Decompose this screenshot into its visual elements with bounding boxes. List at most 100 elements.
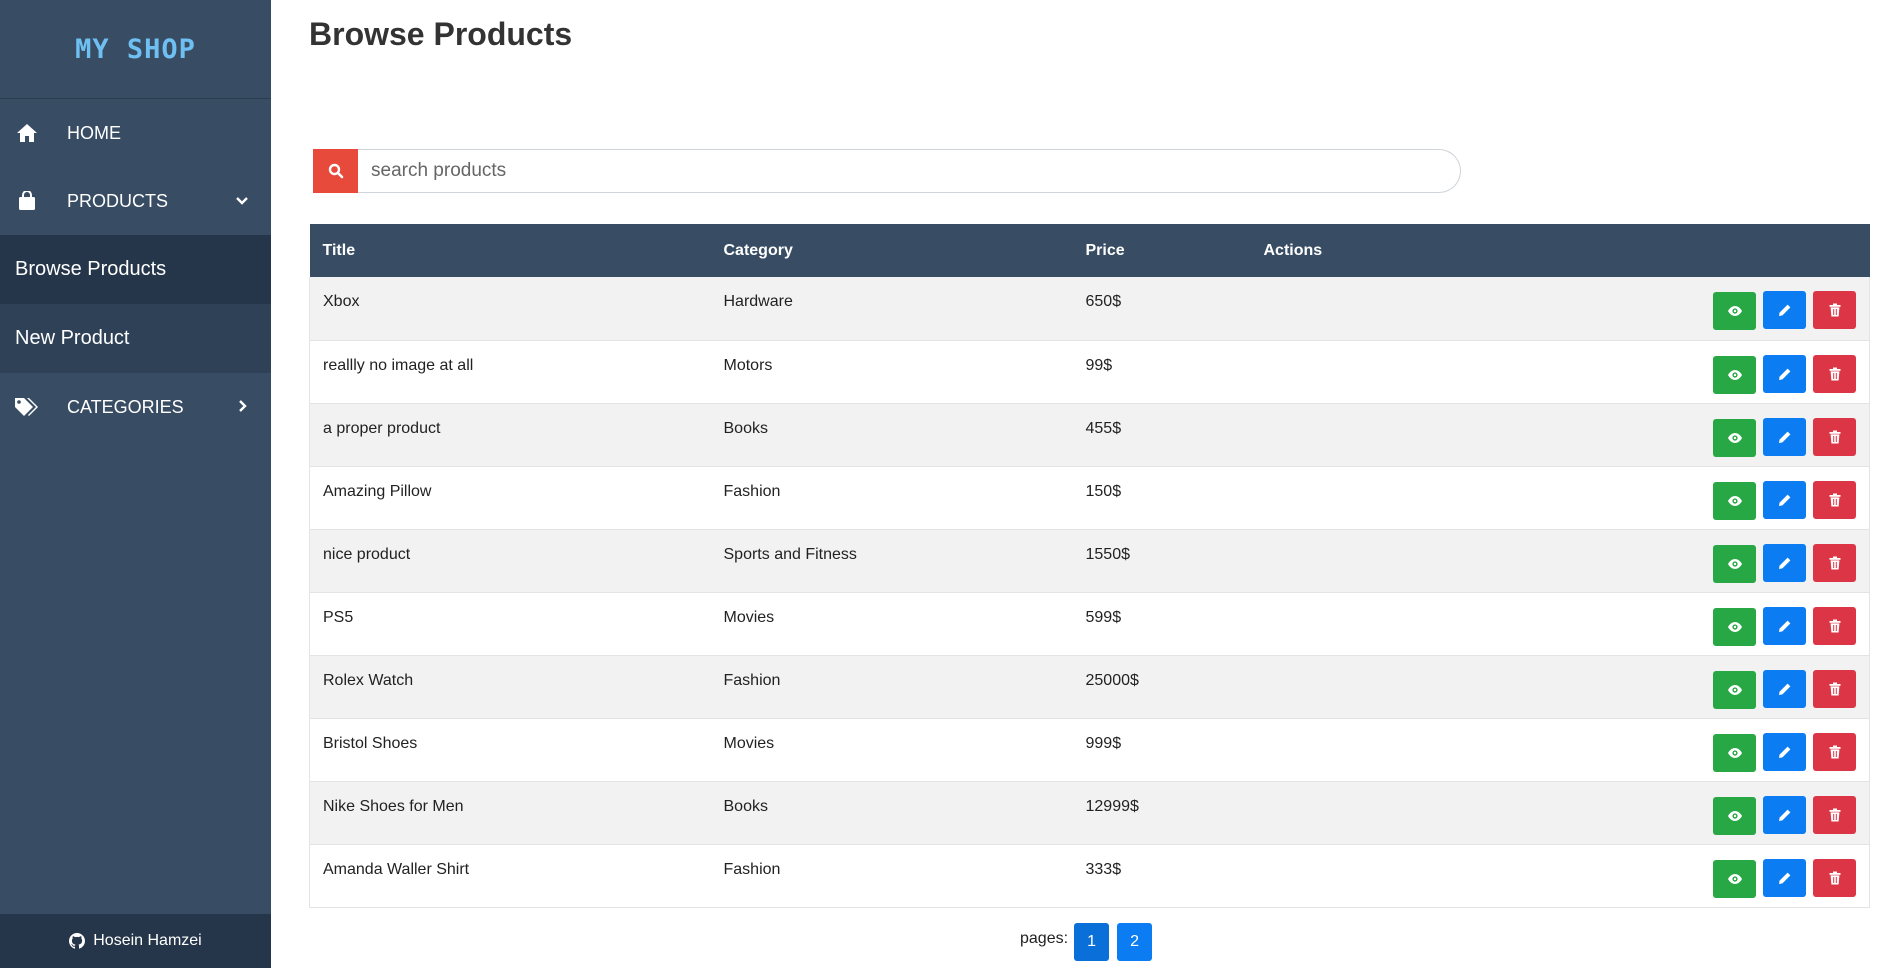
search-input[interactable]: [358, 149, 1461, 193]
pencil-icon: [1778, 367, 1792, 381]
view-button[interactable]: [1713, 796, 1756, 835]
edit-button[interactable]: [1763, 858, 1806, 897]
delete-button[interactable]: [1813, 543, 1856, 582]
delete-button[interactable]: [1813, 606, 1856, 645]
search-button[interactable]: [313, 149, 358, 193]
cell-title: Bristol Shoes: [323, 734, 418, 752]
view-button[interactable]: [1713, 355, 1756, 394]
cell-title: Amazing Pillow: [323, 482, 432, 500]
cell-actions: [1251, 277, 1870, 340]
view-button[interactable]: [1713, 733, 1756, 772]
table-row: reallly no image at all Motors 99$: [309, 340, 1870, 403]
delete-button[interactable]: [1813, 795, 1856, 834]
edit-button[interactable]: [1763, 480, 1806, 519]
cell-title: a proper product: [323, 419, 441, 437]
cell-category: Hardware: [723, 293, 793, 310]
pencil-icon: [1778, 745, 1792, 759]
delete-button[interactable]: [1813, 480, 1856, 519]
pencil-icon: [1778, 430, 1792, 444]
view-button[interactable]: [1713, 859, 1756, 898]
eye-icon: [1727, 747, 1743, 759]
table-row: Bristol Shoes Movies 999$: [309, 718, 1870, 781]
table-row: a proper product Books 455$: [309, 403, 1870, 466]
view-button[interactable]: [1713, 544, 1756, 583]
cell-category: Fashion: [723, 482, 781, 500]
table-row: Amazing Pillow Fashion 150$: [309, 466, 1870, 529]
page-button-2[interactable]: 2: [1117, 923, 1153, 961]
eye-icon: [1727, 432, 1743, 444]
column-header-title: Title: [322, 241, 356, 259]
pencil-icon: [1778, 556, 1792, 570]
eye-icon: [1727, 305, 1743, 317]
sidebar-subitem-new-product[interactable]: New Product: [0, 304, 271, 373]
delete-button[interactable]: [1813, 291, 1856, 329]
column-header-category: Category: [723, 241, 793, 259]
cell-actions: [1251, 781, 1870, 844]
cell-category: Fashion: [723, 860, 781, 878]
page-button-1[interactable]: 1: [1074, 923, 1110, 961]
sidebar-item-home[interactable]: HOME: [0, 99, 271, 167]
trash-icon: [1829, 619, 1841, 633]
cell-price: 455$: [1085, 419, 1122, 437]
delete-button[interactable]: [1813, 669, 1856, 708]
brand-logo[interactable]: My Shop: [0, 0, 271, 99]
sidebar-subitem-browse-products[interactable]: Browse Products: [0, 235, 271, 304]
delete-button[interactable]: [1813, 858, 1856, 897]
edit-button[interactable]: [1763, 291, 1806, 329]
edit-button[interactable]: [1763, 417, 1806, 456]
page-title: Browse Products: [309, 16, 573, 52]
edit-button[interactable]: [1763, 795, 1806, 834]
footer-author-name: Hosein Hamzei: [93, 932, 202, 949]
eye-icon: [1727, 495, 1743, 507]
trash-icon: [1829, 367, 1841, 381]
table-row: Rolex Watch Fashion 25000$: [309, 655, 1870, 718]
cell-category: Books: [723, 419, 768, 437]
cell-title: Rolex Watch: [323, 671, 414, 689]
eye-icon: [1727, 873, 1743, 885]
chevron-down-icon: [235, 191, 249, 212]
cell-price: 650$: [1085, 293, 1122, 310]
cell-price: 1550$: [1085, 545, 1131, 563]
table-body: Xbox Hardware 650$ reallly no image at all M…: [309, 277, 1870, 907]
edit-button[interactable]: [1763, 543, 1806, 582]
cell-actions: [1251, 466, 1870, 529]
view-button[interactable]: [1713, 418, 1756, 457]
home-icon: [13, 123, 41, 143]
eye-icon: [1727, 369, 1743, 381]
delete-button[interactable]: [1813, 354, 1856, 393]
sidebar-item-products[interactable]: PRODUCTS: [0, 167, 271, 235]
edit-button[interactable]: [1763, 669, 1806, 708]
search-bar: [313, 149, 1461, 193]
pencil-icon: [1778, 682, 1792, 696]
edit-button[interactable]: [1763, 732, 1806, 771]
view-button[interactable]: [1713, 292, 1756, 330]
trash-icon: [1829, 745, 1841, 759]
delete-button[interactable]: [1813, 732, 1856, 771]
delete-button[interactable]: [1813, 417, 1856, 456]
cell-actions: [1251, 592, 1870, 655]
cell-title: Nike Shoes for Men: [323, 797, 464, 815]
cell-actions: [1251, 718, 1870, 781]
table-row: PS5 Movies 599$: [309, 592, 1870, 655]
cell-category: Fashion: [723, 671, 781, 689]
eye-icon: [1727, 558, 1743, 570]
cell-price: 999$: [1085, 734, 1122, 752]
sidebar-item-categories[interactable]: CATEGORIES: [0, 373, 271, 441]
sidebar-item-categories-label: CATEGORIES: [67, 396, 184, 417]
view-button[interactable]: [1713, 481, 1756, 520]
view-button[interactable]: [1713, 607, 1756, 646]
cell-price: 99$: [1085, 356, 1113, 374]
view-button[interactable]: [1713, 670, 1756, 709]
pencil-icon: [1778, 493, 1792, 507]
sidebar-footer-author-link[interactable]: Hosein Hamzei: [0, 914, 271, 968]
trash-icon: [1829, 682, 1841, 696]
cell-category: Movies: [723, 608, 775, 626]
pagination: pages: 1 2: [1020, 923, 1160, 961]
edit-button[interactable]: [1763, 354, 1806, 393]
trash-icon: [1829, 430, 1841, 444]
chevron-right-icon: [235, 397, 249, 418]
table-row: Nike Shoes for Men Books 12999$: [309, 781, 1870, 844]
tags-icon: [13, 397, 41, 417]
cell-actions: [1251, 529, 1870, 592]
edit-button[interactable]: [1763, 606, 1806, 645]
